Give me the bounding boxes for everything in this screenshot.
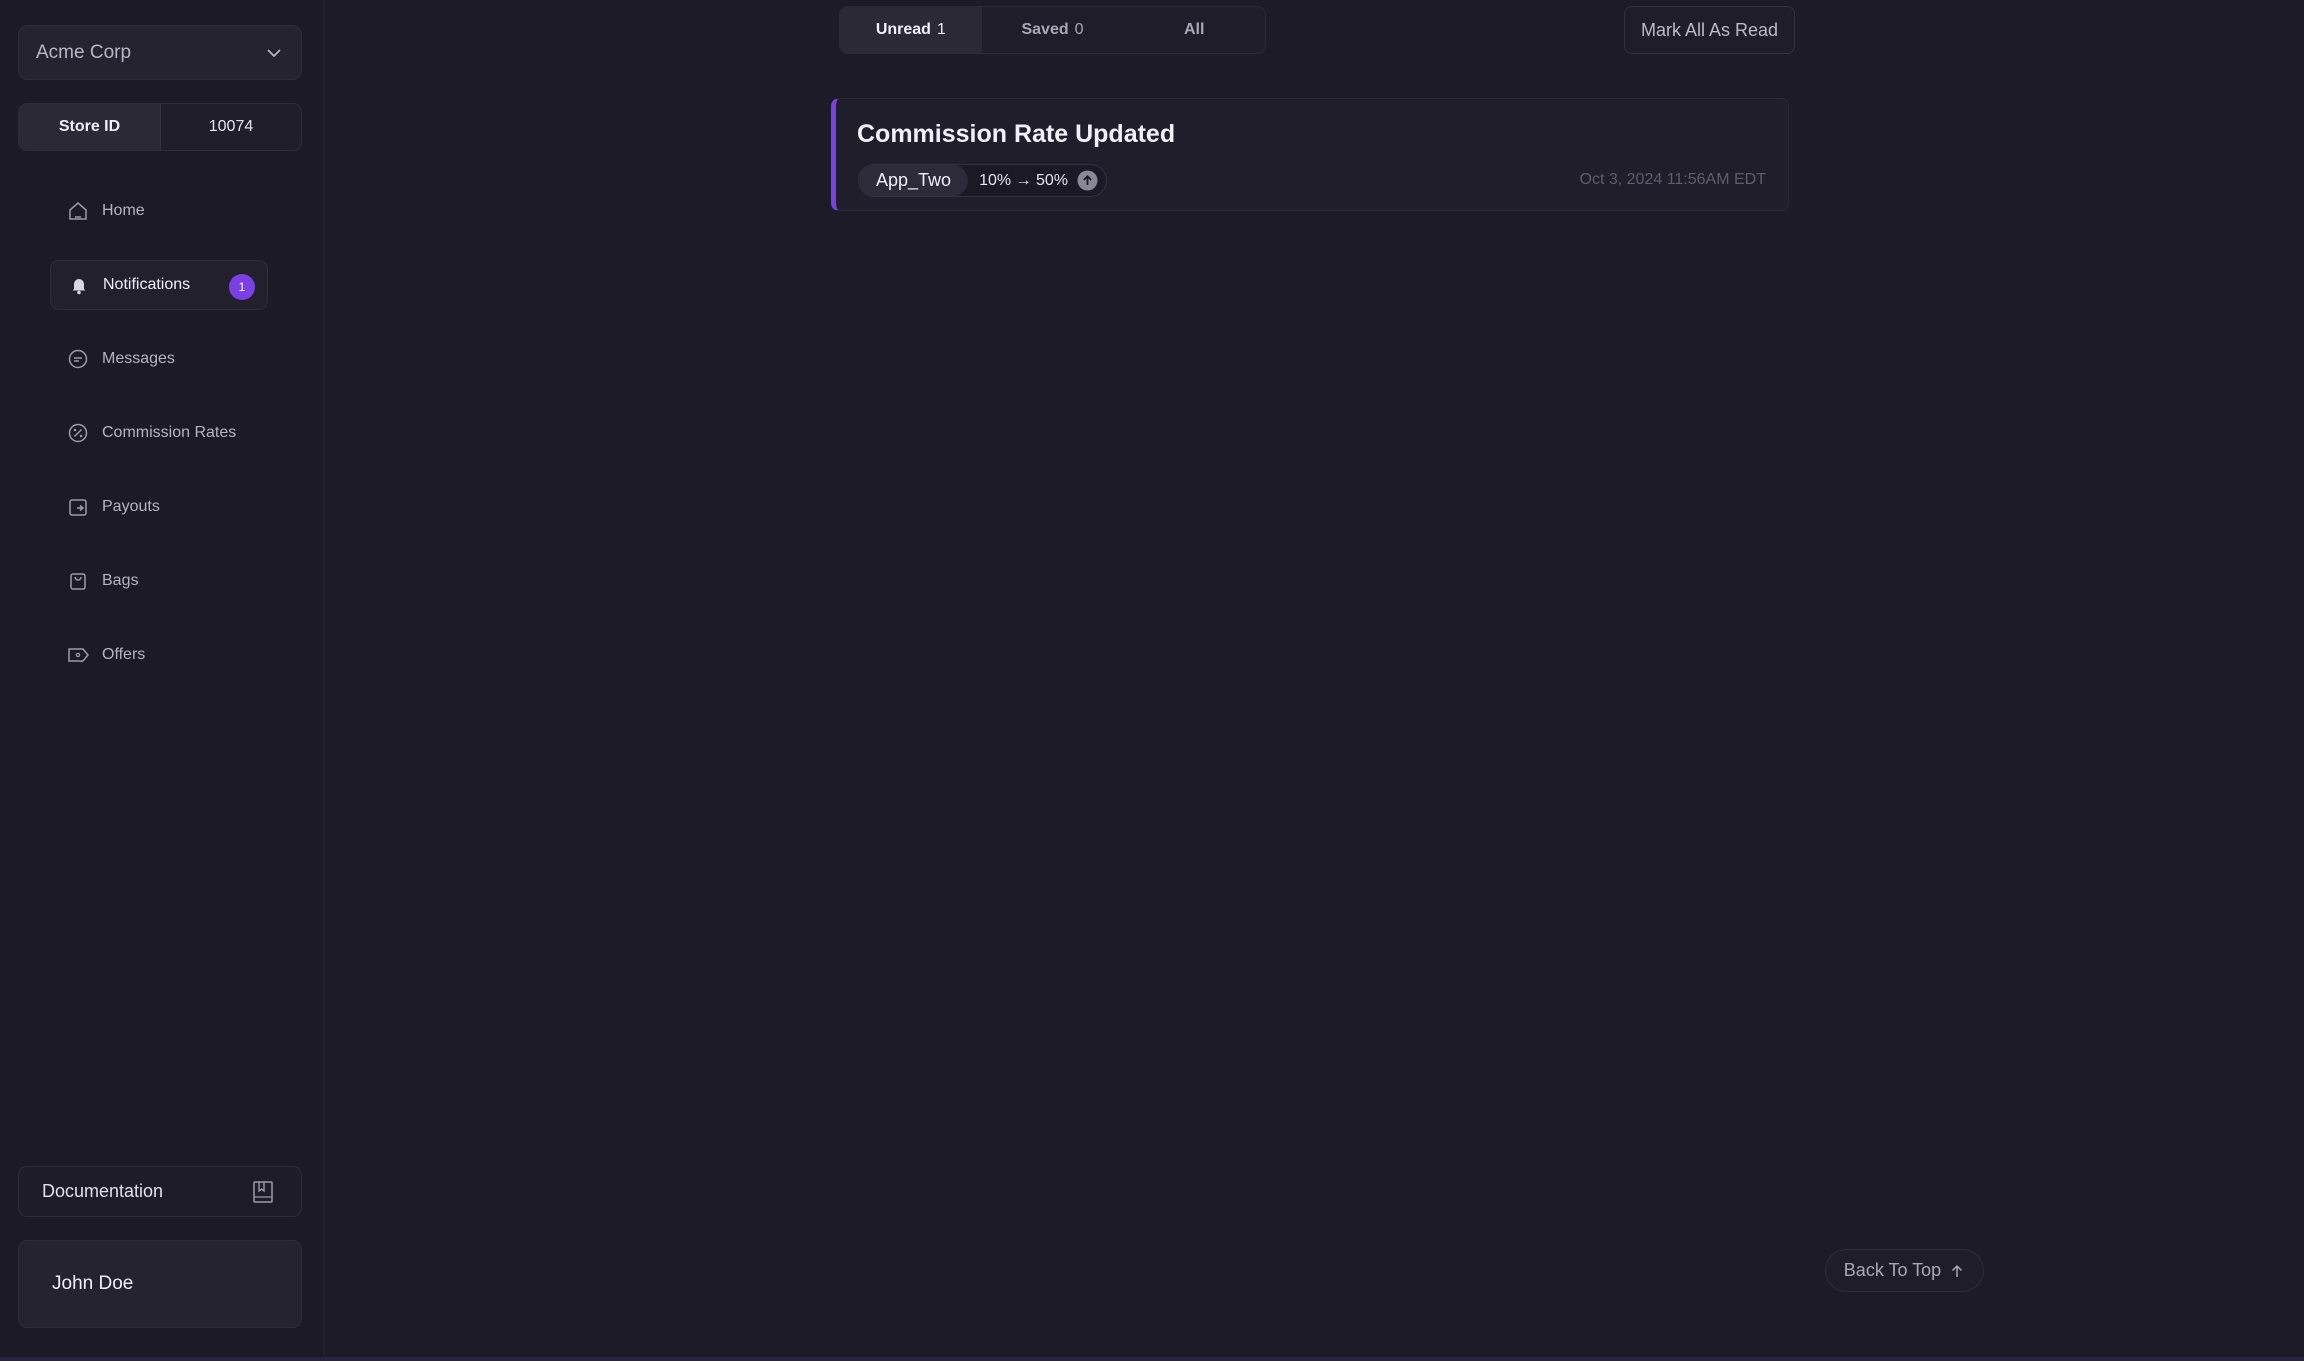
notification-tabs: Unread 1 Saved 0 All <box>839 6 1266 54</box>
org-selector[interactable]: Acme Corp <box>18 25 302 80</box>
chevron-down-icon <box>267 49 281 58</box>
app-root: Acme Corp Store ID 10074 Home Notificati… <box>0 0 2304 1361</box>
tab-count: 1 <box>936 21 946 38</box>
tab-label: All <box>1183 21 1205 38</box>
tab-count: 0 <box>1074 21 1084 38</box>
home-icon <box>66 199 90 223</box>
user-name: John Doe <box>52 1273 134 1294</box>
tag-icon <box>66 643 90 667</box>
tab-saved[interactable]: Saved 0 <box>982 7 1124 53</box>
sidebar-item-bags[interactable]: Bags <box>50 556 268 606</box>
sidebar-item-payouts[interactable]: Payouts <box>50 482 268 532</box>
bottom-border <box>0 1357 2304 1361</box>
arrow-up-circle-icon <box>1077 170 1098 191</box>
back-to-top-button[interactable]: Back To Top <box>1825 1249 1984 1292</box>
notification-timestamp: Oct 3, 2024 11:56AM EDT <box>1579 171 1766 188</box>
notification-card[interactable]: Commission Rate Updated App_Two 10% → 50… <box>831 98 1789 211</box>
rate-change-text: 10% → 50% <box>979 171 1068 189</box>
chat-icon <box>66 347 90 371</box>
documentation-link[interactable]: Documentation <box>18 1166 302 1217</box>
sidebar-item-label: Home <box>102 202 145 219</box>
sidebar-item-label: Notifications <box>103 276 191 293</box>
book-icon <box>253 1181 273 1203</box>
sidebar-item-label: Bags <box>102 572 139 589</box>
wallet-icon <box>66 495 90 519</box>
tab-label: Saved <box>1021 21 1069 38</box>
store-id-value[interactable]: 10074 <box>161 104 301 150</box>
bell-icon <box>67 273 91 297</box>
sidebar-item-home[interactable]: Home <box>50 186 268 236</box>
sidebar-item-messages[interactable]: Messages <box>50 334 268 384</box>
notification-title: Commission Rate Updated <box>857 120 1176 148</box>
documentation-label: Documentation <box>42 1181 164 1201</box>
back-to-top-label: Back To Top <box>1843 1260 1942 1280</box>
tab-all[interactable]: All <box>1123 7 1265 53</box>
sidebar-item-commission-rates[interactable]: Commission Rates <box>50 408 268 458</box>
mark-all-read-button[interactable]: Mark All As Read <box>1624 6 1795 54</box>
rate-change-chip: App_Two 10% → 50% <box>858 164 1107 197</box>
tab-label: Unread <box>875 21 931 38</box>
percent-icon <box>66 421 90 445</box>
sidebar-item-offers[interactable]: Offers <box>50 630 268 680</box>
app-name-chip: App_Two <box>859 165 969 196</box>
tab-unread[interactable]: Unread 1 <box>840 7 982 53</box>
sidebar-item-notifications[interactable]: Notifications 1 <box>50 260 268 310</box>
arrow-up-icon <box>1952 1264 1963 1277</box>
sidebar: Acme Corp Store ID 10074 Home Notificati… <box>0 0 325 1361</box>
sidebar-item-label: Messages <box>102 350 175 367</box>
user-profile[interactable]: John Doe <box>18 1240 302 1328</box>
store-id-box: Store ID 10074 <box>18 103 302 151</box>
sidebar-item-label: Commission Rates <box>102 424 237 441</box>
sidebar-item-label: Offers <box>102 646 146 663</box>
store-id-label: Store ID <box>19 104 161 150</box>
bag-icon <box>66 569 90 593</box>
org-name: Acme Corp <box>36 41 132 63</box>
notification-count-badge: 1 <box>229 274 255 300</box>
sidebar-item-label: Payouts <box>102 498 160 515</box>
